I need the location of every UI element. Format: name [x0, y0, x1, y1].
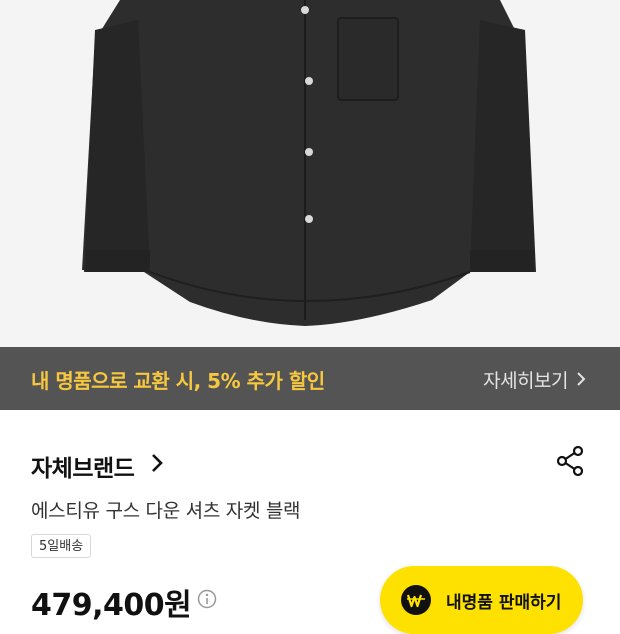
info-icon[interactable] — [197, 589, 217, 613]
promo-detail-link[interactable]: 자세히보기 — [483, 366, 586, 393]
product-image[interactable] — [0, 0, 620, 347]
sell-button-label: 내명품 판매하기 — [446, 593, 562, 613]
brand-chevron-icon[interactable] — [150, 452, 164, 478]
chevron-right-icon — [576, 370, 586, 392]
promo-detail-label: 자세히보기 — [483, 370, 568, 392]
promo-text: 내 명품으로 교환 시, 5% 추가 할인 — [31, 369, 325, 393]
jacket-image — [82, 0, 536, 326]
share-icon[interactable] — [555, 445, 587, 481]
promo-banner[interactable]: 내 명품으로 교환 시, 5% 추가 할인 자세히보기 — [0, 347, 620, 410]
brand-name[interactable]: 자체브랜드 — [31, 449, 135, 483]
delivery-badge: 5일배송 — [31, 534, 92, 558]
product-title: 에스티유 구스 다운 셔츠 자켓 블랙 — [31, 500, 301, 522]
product-price: 479,400원 — [31, 588, 192, 623]
sell-my-luxury-button[interactable]: 내명품 판매하기 — [380, 566, 583, 634]
won-icon — [401, 585, 431, 615]
